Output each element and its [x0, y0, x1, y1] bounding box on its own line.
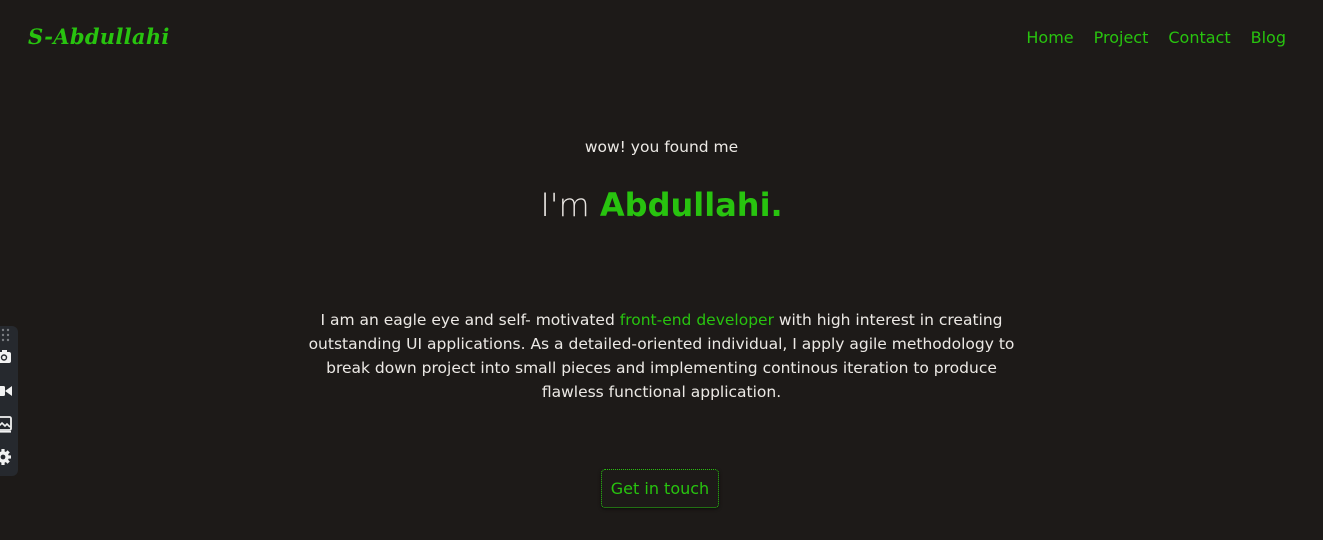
nav-link-project[interactable]: Project: [1094, 28, 1149, 47]
nav-link-contact[interactable]: Contact: [1168, 28, 1230, 47]
bio-text-start: I am an eagle eye and self- motivated: [320, 310, 620, 329]
settings-icon[interactable]: [0, 448, 12, 466]
main-nav: Home Project Contact Blog: [1026, 28, 1286, 47]
camera-icon[interactable]: [0, 348, 12, 366]
get-in-touch-button[interactable]: Get in touch: [601, 469, 719, 508]
hero-headline: I'm Abdullahi.: [0, 186, 1323, 224]
hero-bio: I am an eagle eye and self- motivated fr…: [302, 308, 1021, 404]
bio-highlight: front-end developer: [619, 310, 774, 329]
side-toolbar: [0, 326, 18, 476]
grip-icon[interactable]: [0, 326, 12, 342]
hero-name: Abdullahi.: [599, 186, 783, 224]
nav-link-blog[interactable]: Blog: [1251, 28, 1286, 47]
hero-tagline: wow! you found me: [584, 138, 739, 156]
page: S-Abdullahi Home Project Contact Blog wo…: [0, 0, 1323, 540]
nav-link-home[interactable]: Home: [1026, 28, 1073, 47]
hero-greeting: I'm: [540, 186, 590, 224]
site-logo[interactable]: S-Abdullahi: [28, 24, 170, 49]
image-icon[interactable]: [0, 415, 12, 433]
video-icon[interactable]: [0, 382, 12, 400]
